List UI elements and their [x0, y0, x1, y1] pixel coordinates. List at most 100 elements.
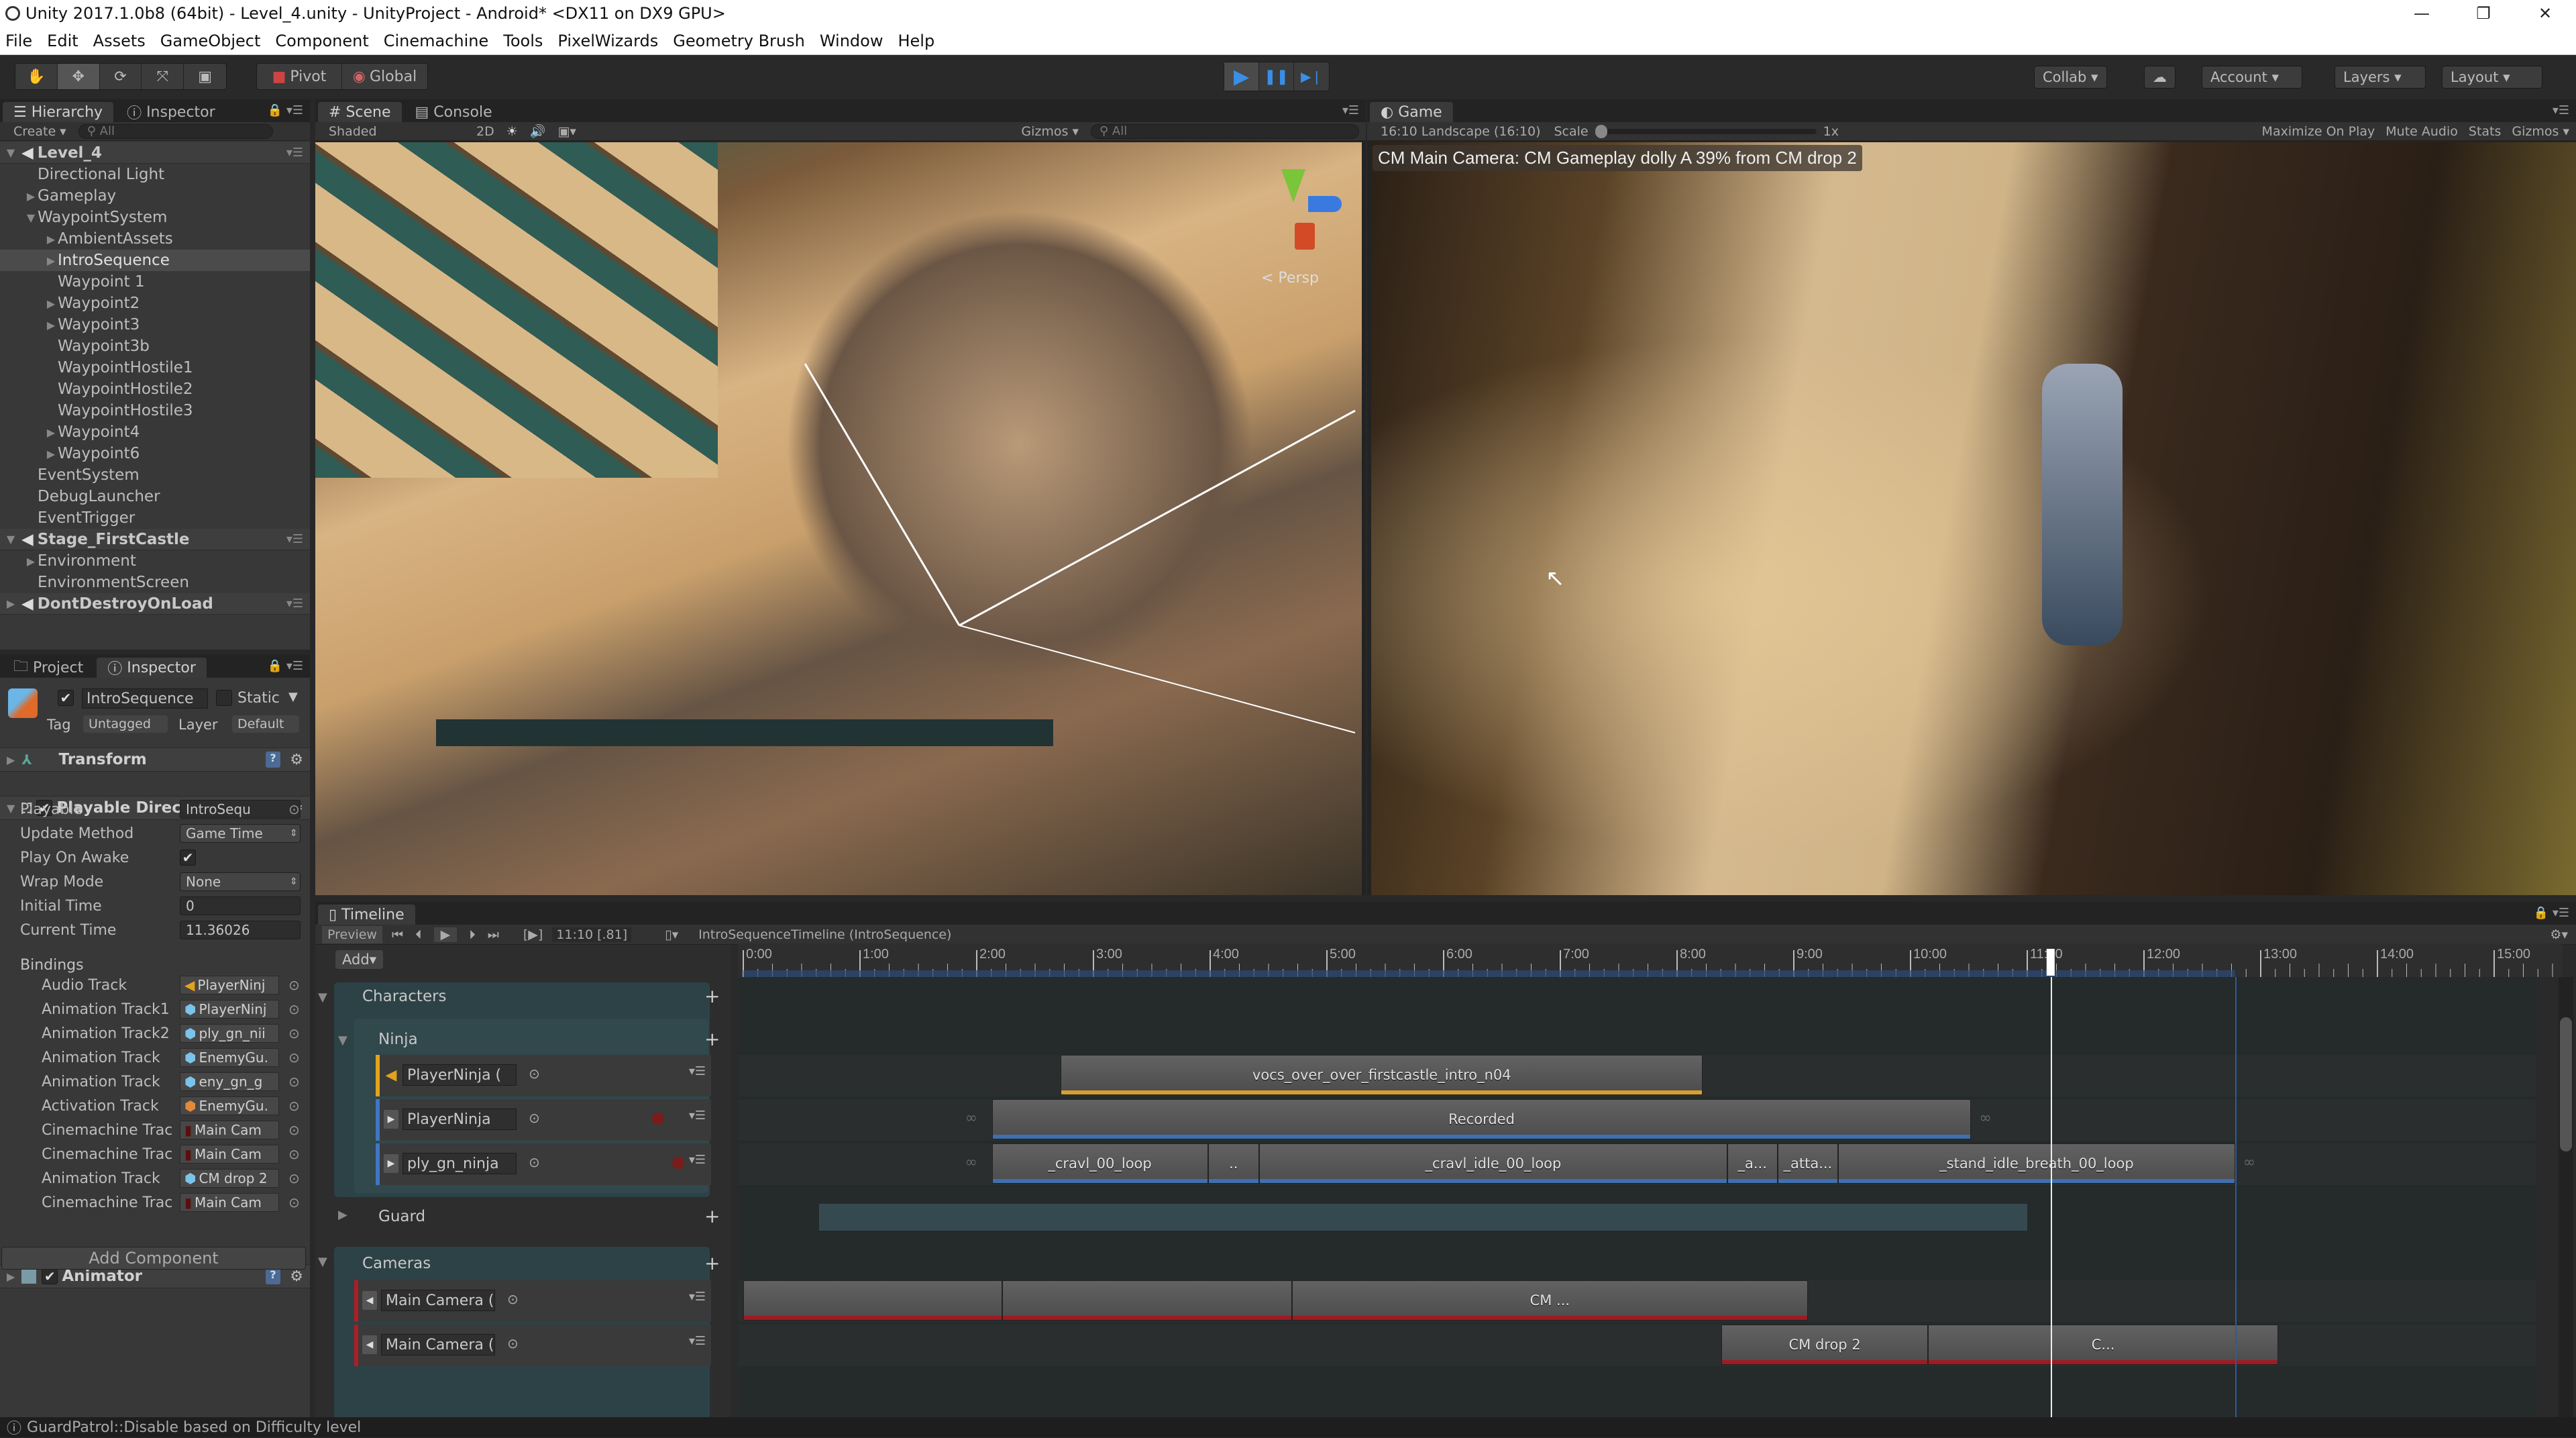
hierarchy-item[interactable]: ▶ Waypoint2: [0, 293, 310, 314]
binding-object-field[interactable]: ⬢ eny_gn_g: [180, 1072, 279, 1091]
hierarchy-item[interactable]: ▶ AmbientAssets: [0, 228, 310, 250]
2d-toggle[interactable]: 2D: [476, 124, 494, 139]
scene-viewport[interactable]: < Persp: [315, 142, 1362, 895]
timeline-clip[interactable]: _atta...: [1777, 1143, 1839, 1184]
global-toggle[interactable]: ◉ Global: [342, 64, 427, 89]
scene-menu-icon[interactable]: ▾☰: [286, 532, 303, 546]
stats-toggle[interactable]: Stats: [2469, 124, 2502, 139]
binding-object-field[interactable]: ⬢ EnemyGu.: [180, 1096, 279, 1115]
hierarchy-item[interactable]: WaypointHostile1: [0, 357, 310, 378]
hierarchy-item[interactable]: EnvironmentScreen: [0, 572, 310, 593]
active-checkbox[interactable]: ✔: [58, 690, 74, 706]
scene-menu-icon[interactable]: ▾☰: [286, 146, 303, 160]
binding-object-field[interactable]: ⬢ EnemyGu.: [180, 1048, 279, 1067]
object-picker-icon[interactable]: ⊙: [507, 1291, 519, 1307]
lighting-toggle-icon[interactable]: ☀: [506, 124, 518, 139]
hand-tool-icon[interactable]: ✋: [15, 64, 58, 89]
object-picker-icon[interactable]: ⊙: [288, 1074, 300, 1090]
panel-menu-icon[interactable]: ▾☰: [1342, 103, 1359, 117]
hierarchy-item[interactable]: ▶ Environment: [0, 550, 310, 572]
timeline-clip[interactable]: Recorded: [991, 1099, 1972, 1139]
timeline-end-marker[interactable]: [2235, 977, 2237, 1423]
menu-file[interactable]: File: [5, 32, 32, 50]
record-button-icon[interactable]: [672, 1157, 684, 1169]
timeline-play-button[interactable]: ▶: [433, 927, 458, 942]
timeline-clip[interactable]: C...: [1928, 1325, 2279, 1365]
gear-icon[interactable]: ⚙: [290, 1268, 303, 1285]
play-on-awake-checkbox[interactable]: ✔: [180, 850, 196, 866]
layout-dropdown[interactable]: Layout ▾: [2442, 66, 2542, 89]
binding-object-field[interactable]: ⬢ CM drop 2: [180, 1169, 279, 1188]
menu-help[interactable]: Help: [898, 32, 934, 50]
hierarchy-item[interactable]: ▶ Waypoint4: [0, 421, 310, 443]
object-picker-icon[interactable]: ⊙: [288, 977, 300, 993]
collapse-arrow-icon[interactable]: ▼: [4, 533, 17, 546]
hierarchy-item[interactable]: ▶ Gameplay: [0, 185, 310, 207]
track-menu-icon[interactable]: ▾☰: [689, 1064, 706, 1078]
timeline-asset-selector-icon[interactable]: ▯▾: [665, 927, 678, 942]
track-binding-field[interactable]: Main Camera (C: [381, 1290, 495, 1311]
tab-inspector-top[interactable]: ⓘ Inspector: [116, 102, 226, 123]
track-audio-playerninja[interactable]: ◀ PlayerNinja (⊙ ▾☰: [376, 1055, 711, 1096]
minimize-button[interactable]: —: [2391, 0, 2453, 27]
account-dropdown[interactable]: Account ▾: [2202, 66, 2302, 89]
object-picker-icon[interactable]: ⊙: [288, 1170, 300, 1186]
tab-console[interactable]: ▤ Console: [405, 102, 503, 122]
field-value-current-time[interactable]: 11.36026: [180, 921, 301, 939]
record-button-icon[interactable]: [652, 1113, 664, 1125]
scale-tool-icon[interactable]: ⤧: [142, 64, 184, 89]
track-menu-icon[interactable]: ▾☰: [689, 1109, 706, 1123]
scene-menu-icon[interactable]: ▾☰: [286, 597, 303, 611]
object-picker-icon[interactable]: ⊙: [288, 801, 300, 817]
create-dropdown[interactable]: Create ▾: [13, 124, 66, 139]
panel-menu-icon[interactable]: 🔒 ▾☰: [2534, 906, 2569, 920]
object-picker-icon[interactable]: ⊙: [288, 1146, 300, 1162]
panel-menu-icon[interactable]: ▾☰: [2553, 103, 2569, 117]
hierarchy-item[interactable]: ▼ WaypointSystem: [0, 207, 310, 228]
menu-window[interactable]: Window: [820, 32, 883, 50]
hierarchy-item[interactable]: Directional Light: [0, 164, 310, 185]
hierarchy-item[interactable]: EventSystem: [0, 464, 310, 486]
track-menu-icon[interactable]: ▾☰: [689, 1334, 706, 1348]
object-picker-icon[interactable]: ⊙: [507, 1335, 519, 1351]
timeline-clip[interactable]: [743, 1280, 1003, 1321]
component-enabled-checkbox[interactable]: ✔: [42, 1268, 58, 1284]
expand-arrow-icon[interactable]: ▶: [44, 233, 58, 246]
help-icon[interactable]: ?: [266, 752, 280, 768]
object-picker-icon[interactable]: ⊙: [288, 1025, 300, 1041]
hierarchy-item[interactable]: ▶ Waypoint6: [0, 443, 310, 464]
menu-pixelwizards[interactable]: PixelWizards: [557, 32, 658, 50]
menu-tools[interactable]: Tools: [503, 32, 543, 50]
object-picker-icon[interactable]: ⊙: [529, 1066, 540, 1082]
object-picker-icon[interactable]: ⊙: [288, 1122, 300, 1138]
binding-object-field[interactable]: ⬢ PlayerNinj: [180, 1000, 279, 1019]
object-picker-icon[interactable]: ⊙: [288, 1194, 300, 1211]
track-animation-playerninja[interactable]: ▶ PlayerNinja ⊙ ▾☰: [376, 1099, 711, 1141]
hierarchy-scene-row[interactable]: ▼ ◀ Stage_FirstCastle ▾☰: [0, 529, 310, 550]
expand-arrow-icon[interactable]: ▶: [24, 190, 38, 203]
timeline-clip[interactable]: _a...: [1727, 1143, 1778, 1184]
expand-arrow-icon[interactable]: ▶: [44, 448, 58, 460]
timeline-clip[interactable]: vocs_over_over_firstcastle_intro_n04: [1061, 1055, 1703, 1095]
time-ruler[interactable]: 0:00 1:00 2:00 3:00 4:00 5:00 6:00 7:00 8:00 9:00…: [738, 943, 2568, 977]
track-binding-field[interactable]: PlayerNinja (: [402, 1064, 517, 1086]
go-to-end-button[interactable]: ⏭: [488, 927, 499, 942]
projection-label[interactable]: < Persp: [1261, 270, 1319, 287]
track-cinemachine-main-camera[interactable]: ◀ Main Camera (C ⊙ ▾☰: [354, 1325, 711, 1366]
current-time-field[interactable]: 11:10 [.81]: [552, 927, 632, 942]
collab-button[interactable]: Collab ▾: [2034, 66, 2107, 89]
gear-icon[interactable]: ⚙: [290, 752, 303, 768]
static-dropdown-icon[interactable]: ▼: [288, 690, 298, 704]
expand-arrow-icon[interactable]: ▶: [44, 426, 58, 439]
track-binding-field[interactable]: ply_gn_ninja: [402, 1153, 517, 1174]
hierarchy-item[interactable]: DebugLauncher: [0, 486, 310, 507]
timeline-clip[interactable]: _cravl_00_loop: [991, 1143, 1208, 1184]
timeline-clip[interactable]: _stand_idle_breath_00_loop: [1838, 1143, 2235, 1184]
tab-inspector[interactable]: ⓘ Inspector: [97, 658, 207, 678]
track-menu-icon[interactable]: ▾☰: [689, 1290, 706, 1304]
collapse-arrow-icon[interactable]: ▼: [318, 1255, 327, 1269]
binding-object-field[interactable]: ▮ Main Cam: [180, 1145, 279, 1164]
object-picker-icon[interactable]: ⊙: [288, 1001, 300, 1017]
close-button[interactable]: ✕: [2514, 0, 2576, 27]
layers-dropdown[interactable]: Layers ▾: [2334, 66, 2426, 89]
